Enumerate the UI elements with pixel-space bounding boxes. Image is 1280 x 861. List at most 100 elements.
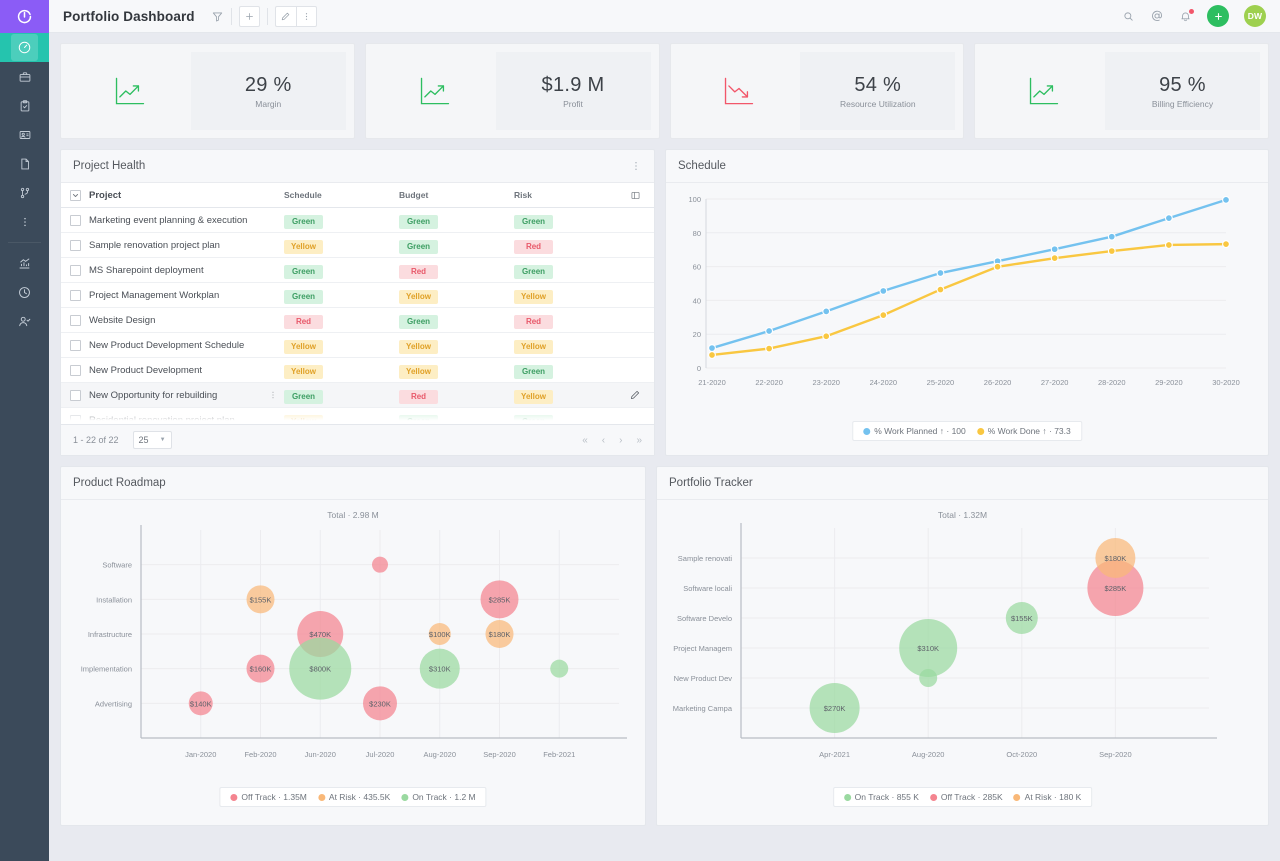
row-checkbox[interactable] — [61, 314, 89, 326]
checkbox-box — [69, 339, 81, 351]
bubble[interactable]: $155K — [246, 585, 275, 614]
sidebar-item-documents[interactable] — [0, 149, 49, 178]
prev-page-button[interactable]: ‹ — [602, 435, 605, 446]
legend-item[interactable]: Off Track · 285K — [929, 792, 1003, 802]
row-kebab-menu-icon[interactable] — [268, 390, 278, 400]
app-logo[interactable] — [0, 0, 49, 33]
svg-text:$155K: $155K — [250, 595, 272, 604]
avatar[interactable]: DW — [1244, 5, 1266, 27]
cell-budget: Green — [399, 236, 514, 254]
add-widget-button[interactable] — [238, 5, 260, 27]
row-checkbox[interactable] — [61, 339, 89, 351]
columns-layout-icon[interactable] — [629, 190, 654, 201]
bubble[interactable]: $180K — [485, 620, 514, 648]
table-row[interactable]: Project Management Workplan Green Yellow Ye… — [61, 283, 654, 308]
table-row[interactable]: New Product Development Schedule Yellow Ye… — [61, 333, 654, 358]
bubble[interactable] — [550, 659, 569, 678]
sidebar-item-approvals[interactable] — [0, 307, 49, 336]
at-mention-icon[interactable] — [1150, 9, 1164, 23]
legend-item[interactable]: % Work Done ↑ · 73.3 — [976, 426, 1071, 436]
legend-item[interactable]: At Risk · 435.5K — [317, 792, 390, 802]
table-row[interactable]: New Product Development Yellow Yellow Green — [61, 358, 654, 383]
svg-text:22-2020: 22-2020 — [755, 378, 783, 387]
kpi-card-resource-utilization[interactable]: 54 % Resource Utilization — [669, 43, 965, 139]
row-checkbox[interactable] — [61, 239, 89, 251]
bubble[interactable]: $100K — [428, 623, 451, 645]
column-header-budget[interactable]: Budget — [399, 190, 514, 200]
column-header-project[interactable]: Project — [89, 190, 284, 201]
bubble[interactable]: $310K — [419, 648, 460, 689]
bubble[interactable]: $800K — [289, 637, 352, 700]
project-name: Website Design — [89, 314, 156, 326]
legend-item[interactable]: On Track · 855 K — [843, 792, 919, 802]
sidebar-item-more[interactable] — [0, 207, 49, 236]
legend-item[interactable]: At Risk · 180 K — [1013, 792, 1081, 802]
legend-item[interactable]: On Track · 1.2 M — [401, 792, 476, 802]
dashboard-more-button[interactable] — [295, 5, 317, 27]
trend-up-icon — [69, 52, 191, 130]
create-new-button[interactable] — [1207, 5, 1229, 27]
next-page-button[interactable]: › — [619, 435, 622, 446]
bubble[interactable]: $270K — [809, 683, 860, 733]
row-range-label: 1 - 22 of 22 — [73, 435, 119, 445]
row-checkbox[interactable] — [61, 414, 89, 424]
sidebar-item-dashboard[interactable] — [0, 33, 49, 62]
status-badge: Green — [399, 314, 438, 329]
page-size-select[interactable]: 25 ▼ — [132, 431, 172, 449]
row-checkbox[interactable] — [61, 214, 89, 226]
column-header-risk[interactable]: Risk — [514, 190, 629, 200]
legend-label: On Track · 1.2 M — [412, 792, 476, 802]
dashboard-content: 29 % Margin $1.9 M Profit 54 % Resource … — [49, 33, 1280, 861]
bubble[interactable]: $155K — [1005, 602, 1038, 634]
bubble[interactable]: $230K — [363, 686, 397, 721]
bell-icon[interactable] — [1179, 8, 1194, 23]
select-all-checkbox[interactable] — [61, 189, 89, 201]
kpi-card-profit[interactable]: $1.9 M Profit — [364, 43, 660, 139]
legend-item[interactable]: % Work Planned ↑ · 100 — [863, 426, 966, 436]
edit-button[interactable] — [274, 5, 296, 27]
column-header-schedule[interactable]: Schedule — [284, 190, 399, 200]
row-checkbox[interactable] — [61, 289, 89, 301]
filter-icon[interactable] — [211, 10, 224, 23]
sidebar-item-tasks[interactable] — [0, 91, 49, 120]
panel-kebab-menu-icon[interactable] — [630, 160, 642, 172]
sidebar-item-workflow[interactable] — [0, 178, 49, 207]
project-name: Marketing event planning & execution — [89, 214, 248, 226]
table-row[interactable]: Marketing event planning & execution Gree… — [61, 208, 654, 233]
svg-text:21-2020: 21-2020 — [698, 378, 726, 387]
sidebar-item-resources[interactable] — [0, 120, 49, 149]
svg-text:20: 20 — [693, 330, 701, 339]
kpi-label: Profit — [563, 98, 583, 109]
first-page-button[interactable]: « — [582, 435, 588, 446]
table-row[interactable]: New Opportunity for rebuilding Green Red Ye… — [61, 383, 654, 408]
portfolio-tracker-chart: Total · 1.32M Marketing Campa New Product… — [657, 500, 1268, 825]
table-row[interactable]: Residential renovation project plan Yello… — [61, 408, 654, 424]
bubble[interactable] — [372, 556, 388, 573]
table-row[interactable]: Sample renovation project plan Yellow Gree… — [61, 233, 654, 258]
table-row[interactable]: MS Sharepoint deployment Green Red Green — [61, 258, 654, 283]
bubble[interactable] — [919, 669, 938, 687]
row-edit-pencil-icon[interactable] — [629, 389, 641, 401]
svg-text:Jul-2020: Jul-2020 — [366, 750, 395, 759]
bubble[interactable]: $285K — [480, 580, 519, 619]
svg-text:$155K: $155K — [1011, 614, 1033, 623]
last-page-button[interactable]: » — [636, 435, 642, 446]
kpi-label: Billing Efficiency — [1151, 98, 1214, 109]
row-checkbox[interactable] — [61, 364, 89, 376]
row-checkbox[interactable] — [61, 389, 89, 401]
bubble[interactable]: $180K — [1095, 538, 1136, 578]
kpi-card-margin[interactable]: 29 % Margin — [60, 43, 355, 139]
table-row[interactable]: Website Design Red Green Red — [61, 308, 654, 333]
sidebar-item-timesheet[interactable] — [0, 278, 49, 307]
legend-item[interactable]: Off Track · 1.35M — [230, 792, 307, 802]
search-icon[interactable] — [1122, 10, 1135, 23]
bubble[interactable]: $140K — [188, 691, 213, 716]
panel-header: Schedule — [666, 150, 1268, 183]
bubble[interactable]: $310K — [899, 619, 958, 677]
checkbox-box — [69, 314, 81, 326]
kpi-card-billing-efficiency[interactable]: 95 % Billing Efficiency — [974, 43, 1269, 139]
sidebar-item-portfolio[interactable] — [0, 62, 49, 91]
bubble[interactable]: $160K — [246, 654, 275, 683]
sidebar-item-reports[interactable] — [0, 249, 49, 278]
row-checkbox[interactable] — [61, 264, 89, 276]
